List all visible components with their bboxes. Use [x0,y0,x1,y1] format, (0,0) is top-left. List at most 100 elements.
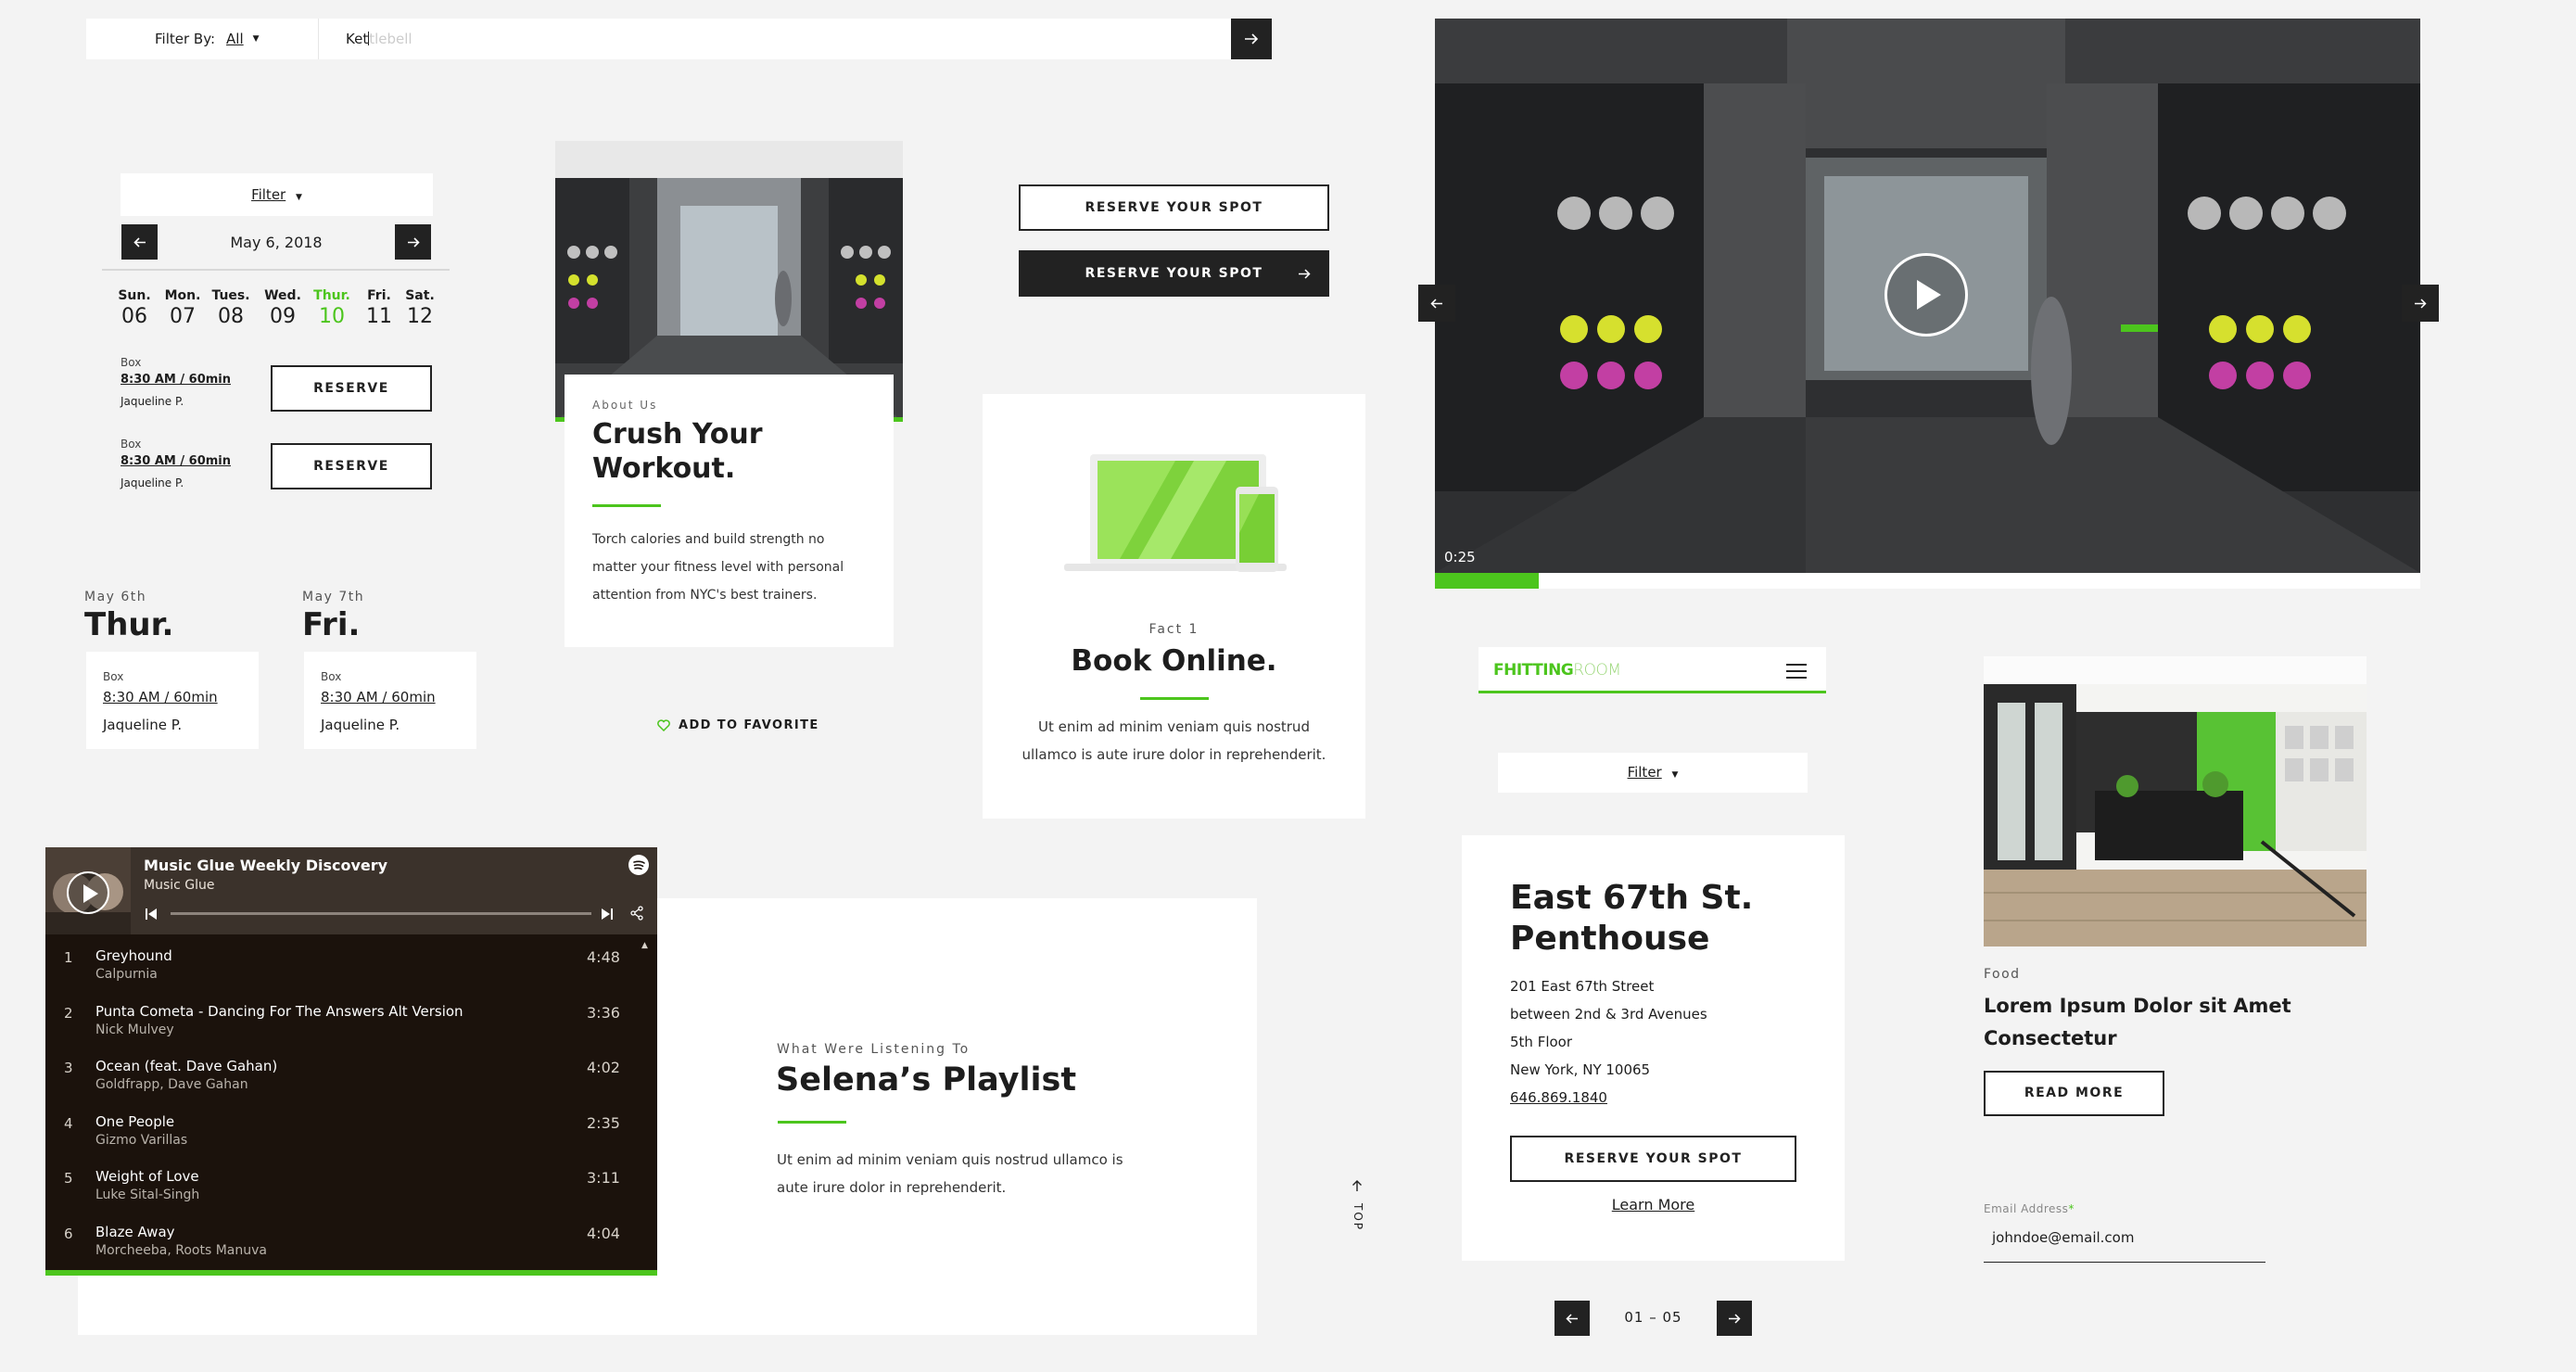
filter-by-label: Filter By: [155,31,216,47]
track-row[interactable]: 3 Ocean (feat. Dave Gahan) Goldfrapp, Dave… [45,1058,657,1104]
track-duration: 3:11 [587,1169,620,1187]
logo-light-text: ROOM [1573,661,1621,680]
track-number: 2 [64,1004,73,1022]
mobile-filter[interactable]: Filter ▼ [1498,753,1808,793]
back-to-top-link[interactable]: TOP [1346,1179,1368,1235]
read-more-button[interactable]: READ MORE [1984,1071,2164,1116]
track-duration: 2:35 [587,1113,620,1132]
search-query: Ket [346,31,369,47]
day-selector-sat[interactable]: Sat. 12 [397,288,443,328]
play-button[interactable] [1884,253,1968,337]
day-column-date: May 6th [84,590,147,604]
day-name: Tues. [211,288,250,303]
search-submit-button[interactable] [1231,19,1272,59]
add-to-favorite-link[interactable]: ADD TO FAVORITE [657,718,819,732]
playlist-play-button[interactable] [67,871,109,914]
schedule-filter[interactable]: Filter ▼ [121,173,433,216]
track-row[interactable]: 2 Punta Cometa - Dancing For The Answers … [45,1003,657,1049]
day-column-date: May 7th [302,590,365,604]
video-prev-button[interactable] [1418,285,1455,322]
day-number: 09 [270,305,296,328]
class-time-link[interactable]: 8:30 AM / 60min [103,689,242,705]
devices-illustration [1064,450,1287,575]
schedule-filter-label: Filter [251,186,286,203]
pager-prev-button[interactable] [1554,1301,1590,1336]
accent-underline [778,1121,846,1124]
day-strip: Sun. 06 Mon. 07 Tues. 08 Wed. 09 Thur. 10 Fri. 11 Sa… [111,288,445,335]
day-number: 08 [218,305,244,328]
track-list: 1 Greyhound Calpurnia 4:48 2 Punta Cometa - D… [45,934,657,1270]
reserve-spot-dark-button[interactable]: RESERVE YOUR SPOT [1019,250,1329,297]
track-row[interactable]: 5 Weight of Love Luke Sital-Singh 3:11 [45,1168,657,1214]
mobile-filter-label: Filter [1627,764,1662,781]
phone-link[interactable]: 646.869.1840 [1510,1084,1796,1112]
track-artist: Gizmo Varillas [95,1132,188,1148]
track-name: Punta Cometa - Dancing For The Answers A… [95,1002,463,1020]
fact-card: Fact 1 Book Online. Ut enim ad minim ven… [983,394,1365,819]
reserve-button[interactable]: RESERVE [271,443,432,489]
address-line4: New York, NY 10065 [1510,1061,1651,1078]
skip-forward-icon[interactable] [601,907,614,924]
class-type: Box [321,670,342,683]
accent-bar [1478,691,1826,693]
day-selector-thur[interactable]: Thur. 10 [309,288,355,328]
day-selector-wed[interactable]: Wed. 09 [260,288,306,328]
day-selector-mon[interactable]: Mon. 07 [159,288,206,328]
playlist-progress-bar[interactable] [171,912,591,915]
share-icon[interactable] [629,906,644,924]
day-column-card: Box 8:30 AM / 60min Jaqueline P. [86,652,259,749]
pager-next-button[interactable] [1717,1301,1752,1336]
video-player[interactable]: 0:25 [1435,19,2420,573]
track-name: One People [95,1112,175,1130]
class-time-link[interactable]: 8:30 AM / 60min [121,373,231,387]
day-selector-fri[interactable]: Fri. 11 [356,288,402,328]
day-number: 07 [170,305,196,328]
address-line2: between 2nd & 3rd Avenues [1510,1006,1707,1023]
playlist-subtitle: Music Glue [144,878,215,893]
site-logo[interactable]: FHITTINGROOM [1493,661,1621,680]
track-info: Greyhound Calpurnia [95,947,172,982]
about-card: About Us Crush Your Workout. Torch calor… [565,375,894,647]
day-selector-tues[interactable]: Tues. 08 [208,288,254,328]
day-number: 11 [366,305,392,328]
search-input[interactable]: Kettlebell [346,31,412,47]
day-column-day: Fri. [302,606,361,643]
day-number: 10 [319,305,345,328]
track-number: 6 [64,1225,73,1242]
scroll-up-icon[interactable]: ▲ [641,941,648,950]
about-body-line2: matter your fitness level with personal [592,560,844,575]
track-row[interactable]: 4 One People Gizmo Varillas 2:35 [45,1113,657,1160]
video-next-button[interactable] [2402,285,2439,322]
track-name: Greyhound [95,947,172,964]
reserve-button[interactable]: RESERVE [271,365,432,412]
caret-down-icon: ▼ [252,34,260,44]
class-slot-2: Box 8:30 AM / 60min Jaqueline P. [121,438,231,489]
video-progress-track[interactable] [1435,573,2420,589]
spotify-logo-icon[interactable] [628,855,649,875]
location-reserve-button[interactable]: RESERVE YOUR SPOT [1510,1136,1796,1182]
location-title-line2: Penthouse [1510,920,1710,958]
track-duration: 4:04 [587,1224,620,1242]
reserve-spot-outline-button[interactable]: RESERVE YOUR SPOT [1019,184,1329,231]
next-date-button[interactable] [395,224,431,260]
skip-back-icon[interactable] [145,907,158,924]
hamburger-menu-icon[interactable] [1784,662,1808,684]
filter-by-dropdown[interactable]: Filter By: All ▼ [155,31,260,47]
class-trainer: Jaqueline P. [103,717,183,733]
track-number: 5 [64,1170,73,1187]
class-time-link[interactable]: 8:30 AM / 60min [121,454,231,468]
track-artist: Goldfrapp, Dave Gahan [95,1077,248,1092]
track-row[interactable]: 6 Blaze Away Morcheeba, Roots Manuva 4:04 [45,1224,657,1270]
arrow-left-icon [133,236,146,248]
accent-underline [592,504,661,507]
day-selector-sun[interactable]: Sun. 06 [111,288,158,328]
day-name: Fri. [367,288,391,303]
email-label: Email Address* [1984,1202,2075,1215]
prev-date-button[interactable] [121,224,158,260]
track-row[interactable]: 1 Greyhound Calpurnia 4:48 [45,947,657,994]
class-time-link[interactable]: 8:30 AM / 60min [321,689,460,705]
filter-by-value: All [226,31,244,47]
learn-more-link[interactable]: Learn More [1462,1196,1845,1213]
email-field[interactable]: johndoe@email.com [1984,1220,2265,1263]
studio-photo [1984,656,2367,946]
